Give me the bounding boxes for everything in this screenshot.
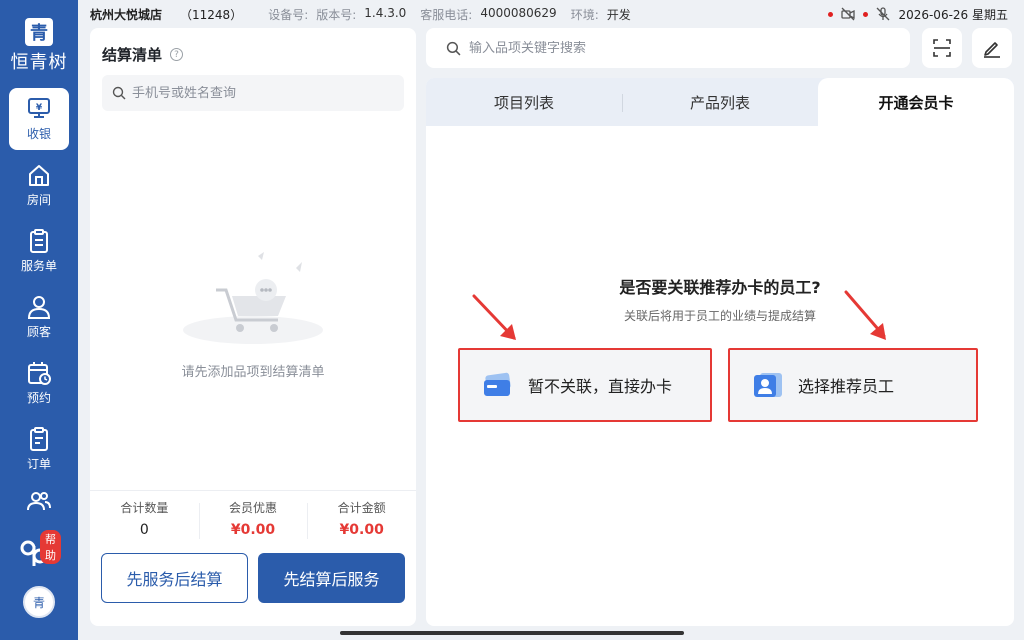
camera-off-icon [841, 7, 856, 21]
select-staff-label: 选择推荐员工 [798, 377, 895, 396]
home-indicator [340, 631, 684, 635]
service-first-button[interactable]: 先服务后结算 [101, 553, 248, 603]
store-id: （11248） [180, 7, 243, 22]
scan-icon [933, 39, 951, 57]
main-content: 项目列表 产品列表 开通会员卡 是否要关联推荐办卡的员工? 关联后将用于员工的业… [426, 78, 1014, 626]
sidebar-item-order[interactable]: 订单 [9, 418, 69, 480]
sidebar-item-room[interactable]: 房间 [9, 154, 69, 216]
total-quantity: 合计数量 0 [90, 491, 199, 546]
tab-project-list[interactable]: 项目列表 [426, 78, 622, 126]
sidebar-item-label: 顾客 [26, 324, 51, 339]
user-icon [27, 295, 51, 319]
sidebar: 青 恒青树 ¥ 收银 房间 服务单 顾客 预约 订单 帮助 青 [0, 0, 78, 640]
scan-button[interactable] [922, 28, 962, 68]
avatar[interactable]: 青 [23, 586, 55, 618]
checkout-title: 结算清单 ? [102, 44, 184, 65]
sidebar-item-label: 收银 [26, 126, 51, 141]
device-label: 设备号: [268, 7, 309, 22]
service-phone-value: 4000080629 [480, 5, 557, 20]
svg-text:¥: ¥ [36, 103, 43, 113]
help-badge: 帮助 [40, 530, 61, 564]
checkout-title-text: 结算清单 [102, 46, 163, 64]
staff-badge-icon [754, 373, 782, 397]
recording-dot [828, 11, 834, 17]
member-discount-value: ¥0.00 [230, 522, 276, 538]
env-label: 环境: [570, 7, 599, 22]
sidebar-item-label: 预约 [26, 390, 51, 405]
logo-mark: 青 [25, 18, 53, 46]
sidebar-item-service-order[interactable]: 服务单 [9, 220, 69, 282]
member-discount-label: 会员优惠 [229, 501, 278, 515]
member-discount: 会员优惠 ¥0.00 [198, 491, 308, 546]
sidebar-item-customer[interactable]: 顾客 [9, 286, 69, 348]
recording-dot-2 [863, 11, 869, 17]
item-search-bar[interactable] [426, 28, 910, 68]
tab-open-member-card[interactable]: 开通会员卡 [818, 78, 1014, 126]
item-search-input[interactable] [469, 40, 889, 56]
clipboard-icon [30, 228, 48, 253]
annotation-arrow-left [472, 294, 516, 340]
mic-off-icon [876, 7, 890, 21]
brand-name: 恒青树 [10, 52, 68, 73]
sidebar-item-staff[interactable] [9, 484, 69, 524]
search-icon [112, 86, 126, 100]
total-quantity-value: 0 [139, 522, 149, 538]
customer-search[interactable] [102, 75, 404, 111]
version-label: 版本号: [316, 7, 357, 22]
totals-row: 合计数量 0 会员优惠 ¥0.00 合计金额 ¥0.00 [90, 490, 416, 546]
pay-first-button[interactable]: 先结算后服务 [258, 553, 405, 603]
total-quantity-label: 合计数量 [120, 501, 169, 515]
service-phone-label: 客服电话: [420, 7, 473, 22]
help-button[interactable]: 帮助 [18, 530, 61, 570]
select-staff-option[interactable]: 选择推荐员工 [728, 348, 978, 422]
device-info: 设备号: 版本号: 1.4.3.0 客服电话: 4000080629 环境: 开… [268, 6, 637, 23]
datetime: 2026-06-26 星期五 [898, 7, 1008, 22]
skip-referral-label: 暂不关联，直接办卡 [528, 377, 673, 396]
empty-cart-text: 请先添加品项到结算清单 [181, 365, 325, 380]
users-icon [27, 492, 51, 511]
cash-register-icon: ¥ [28, 97, 50, 118]
help-circle-icon[interactable]: ? [170, 48, 184, 61]
store-name: 杭州大悦城店 [90, 7, 163, 22]
tab-product-list[interactable]: 产品列表 [622, 78, 818, 126]
env-value: 开发 [606, 7, 631, 22]
search-icon [446, 41, 461, 55]
edit-button[interactable] [972, 28, 1012, 68]
sidebar-item-appointment[interactable]: 预约 [9, 352, 69, 414]
status-right: 2026-06-26 星期五 [828, 6, 1008, 23]
customer-search-input[interactable] [132, 85, 392, 101]
sidebar-item-label: 订单 [26, 456, 51, 471]
annotation-arrow-right [844, 290, 886, 340]
sidebar-item-cashier[interactable]: ¥ 收银 [9, 88, 69, 150]
home-icon [29, 164, 49, 186]
order-icon [30, 426, 48, 451]
tab-bar: 项目列表 产品列表 开通会员卡 [426, 78, 1014, 126]
sidebar-item-label: 房间 [26, 192, 51, 207]
skip-referral-option[interactable]: 暂不关联，直接办卡 [458, 348, 712, 422]
version-value: 1.4.3.0 [364, 5, 407, 20]
checkout-panel: 结算清单 ? 请先添加品项到结算清单 合计数量 0 会员优惠 ¥0.00 合计金… [90, 28, 416, 626]
total-amount-value: ¥0.00 [339, 522, 384, 538]
card-icon [484, 372, 511, 396]
brand-logo: 青 恒青树 [11, 18, 68, 74]
calendar-clock-icon [28, 361, 51, 385]
sidebar-item-label: 服务单 [20, 258, 57, 273]
empty-cart-illustration [183, 252, 323, 344]
total-amount: 合计金额 ¥0.00 [307, 491, 416, 546]
edit-icon [984, 42, 1000, 58]
status-bar: 杭州大悦城店 （11248） 设备号: 版本号: 1.4.3.0 客服电话: 4… [78, 0, 1024, 28]
total-amount-label: 合计金额 [337, 501, 386, 515]
